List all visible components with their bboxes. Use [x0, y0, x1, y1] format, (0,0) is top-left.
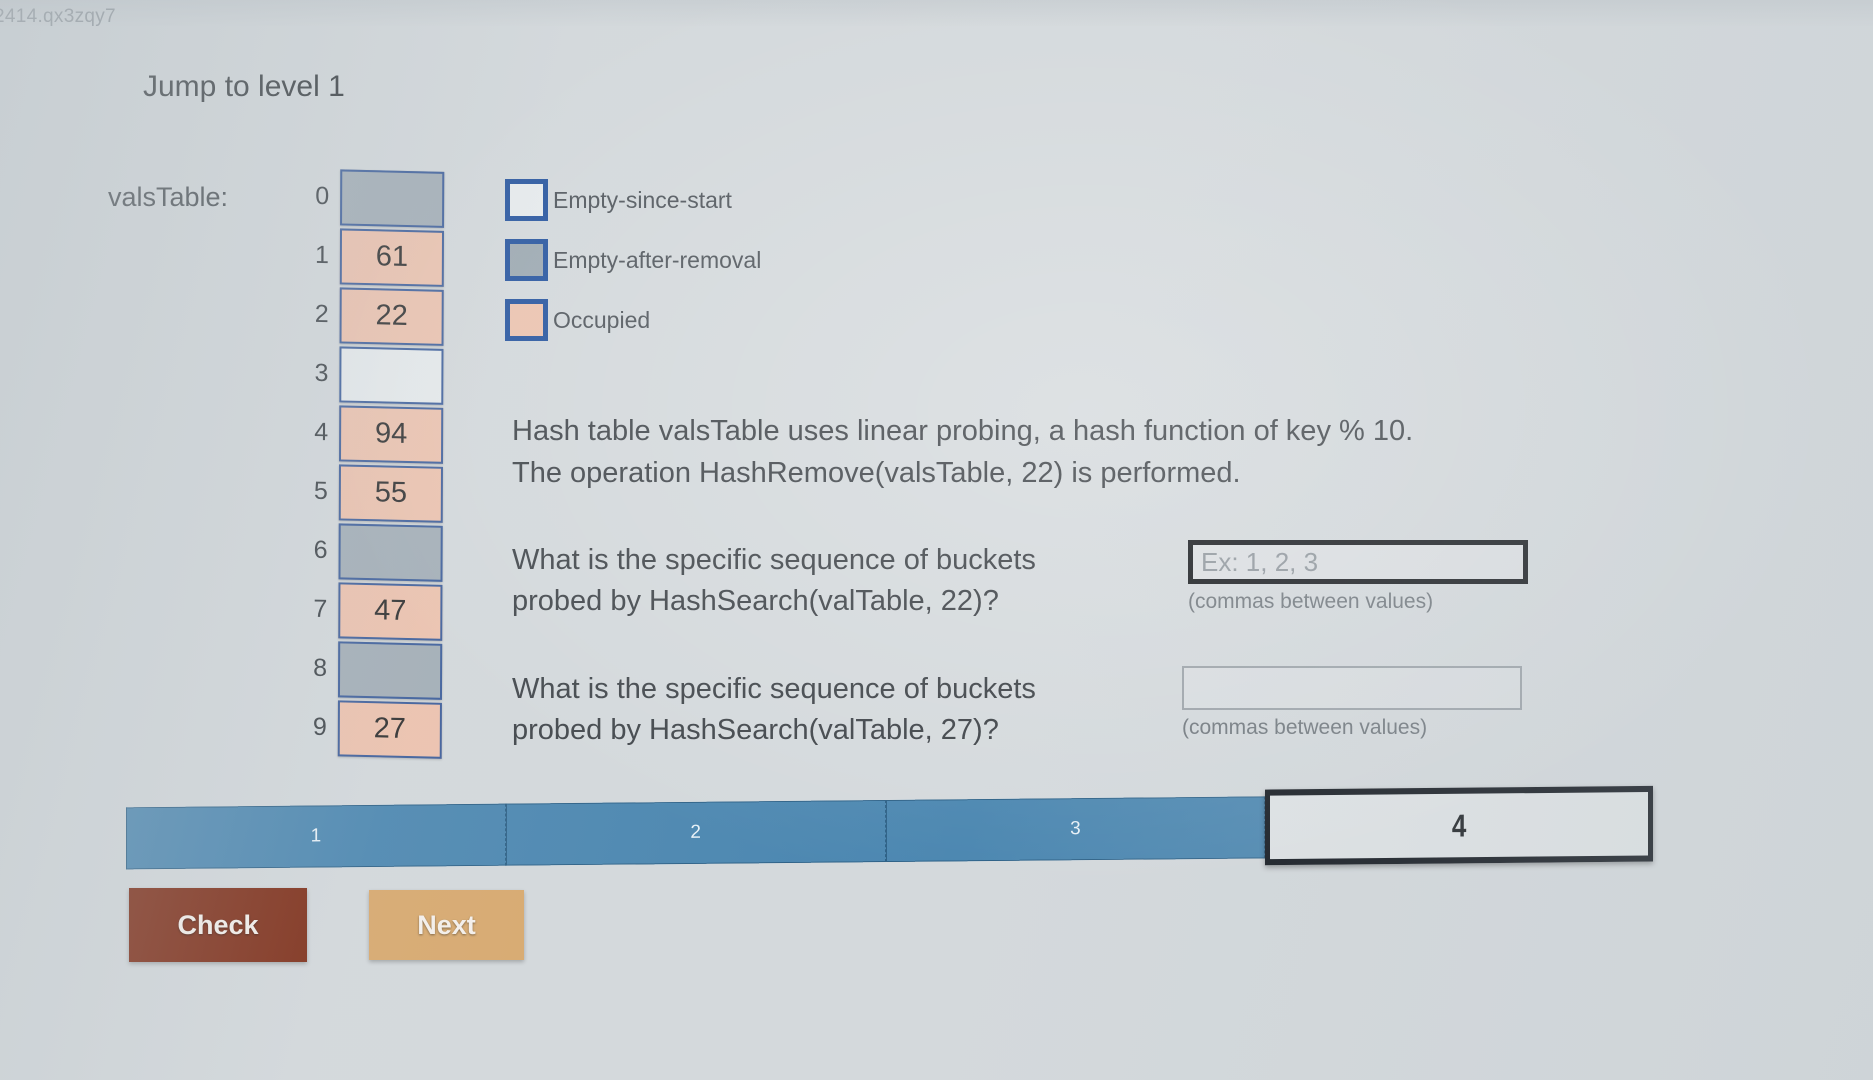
question-2-line-1: What is the specific sequence of buckets — [512, 673, 1036, 705]
bucket-cell — [339, 345, 444, 405]
vals-table: 0 1 61 2 22 3 4 94 5 55 6 7 47 8 9 27 — [285, 166, 445, 760]
bucket-row: 5 55 — [286, 461, 443, 524]
bucket-row: 0 — [287, 166, 445, 229]
bucket-row: 6 — [285, 520, 443, 583]
bucket-index: 3 — [314, 358, 329, 388]
question-1-text: What is the specific sequence of buckets… — [512, 540, 1172, 622]
session-id-text: 2414.qx3zqy7 — [0, 6, 116, 27]
bucket-cell: 55 — [338, 463, 443, 523]
legend-label: Occupied — [553, 306, 651, 333]
answer-group-1: Ex: 1, 2, 3 (commas between values) — [1188, 540, 1528, 614]
answer-hint-1: (commas between values) — [1188, 590, 1434, 613]
problem-statement: Hash table valsTable uses linear probing… — [512, 410, 1413, 494]
question-2-text: What is the specific sequence of buckets… — [512, 669, 1172, 751]
bucket-cell: 47 — [338, 581, 443, 641]
bucket-row: 8 — [285, 638, 443, 701]
legend-label: Empty-since-start — [553, 186, 732, 213]
progress-segment-2[interactable]: 2 — [505, 800, 886, 866]
legend: Empty-since-start Empty-after-removal Occu… — [505, 170, 761, 350]
bucket-row: 9 27 — [285, 697, 442, 760]
bucket-cell: 94 — [339, 404, 444, 464]
bucket-index: 7 — [313, 594, 328, 624]
bucket-cell — [340, 168, 445, 228]
legend-label: Empty-after-removal — [553, 246, 762, 273]
bucket-index: 8 — [313, 653, 328, 683]
legend-swatch-empty — [505, 179, 548, 221]
question-1-line-1: What is the specific sequence of buckets — [512, 544, 1036, 576]
bucket-row: 1 61 — [287, 225, 445, 288]
progress-segment-4[interactable]: 4 — [1265, 785, 1653, 866]
bucket-row: 7 47 — [285, 579, 443, 642]
answer-input-1[interactable]: Ex: 1, 2, 3 — [1188, 540, 1528, 584]
bucket-row: 4 94 — [286, 402, 444, 465]
bucket-row: 2 22 — [287, 284, 444, 347]
answer-hint-2: (commas between values) — [1182, 716, 1428, 739]
page-title: Jump to level 1 — [143, 70, 345, 103]
bucket-cell — [338, 522, 443, 582]
question-1: What is the specific sequence of buckets… — [512, 540, 1172, 622]
check-button[interactable]: Check — [129, 888, 307, 962]
next-button[interactable]: Next — [369, 890, 524, 960]
problem-statement-line-2: The operation HashRemove(valsTable, 22) … — [512, 457, 1241, 490]
legend-swatch-occupied — [505, 299, 548, 341]
bucket-index: 6 — [313, 535, 328, 565]
bucket-index: 4 — [314, 417, 329, 447]
bucket-row: 3 — [286, 343, 444, 406]
bucket-index: 0 — [315, 181, 330, 211]
legend-row: Occupied — [505, 290, 761, 350]
question-2: What is the specific sequence of buckets… — [512, 669, 1172, 751]
answer-input-2[interactable] — [1182, 666, 1522, 710]
bucket-index: 2 — [314, 299, 329, 329]
legend-row: Empty-after-removal — [505, 230, 761, 290]
bucket-index: 5 — [313, 476, 328, 506]
problem-statement-line-1: Hash table valsTable uses linear probing… — [512, 415, 1414, 447]
progress-bar: 1234 — [126, 785, 1653, 870]
vals-table-label: valsTable: — [108, 182, 229, 212]
bucket-cell: 22 — [339, 286, 444, 346]
progress-segment-1[interactable]: 1 — [126, 803, 506, 870]
bucket-cell — [337, 640, 443, 700]
browser-top-strip — [0, 0, 1873, 26]
legend-row: Empty-since-start — [505, 170, 761, 230]
question-1-line-2: probed by HashSearch(valTable, 22)? — [512, 585, 999, 618]
bucket-index: 9 — [312, 712, 327, 742]
question-2-line-2: probed by HashSearch(valTable, 27)? — [512, 714, 999, 747]
legend-swatch-removed — [505, 239, 548, 281]
bucket-index: 1 — [314, 240, 329, 270]
bucket-cell: 27 — [337, 699, 442, 759]
progress-segment-3[interactable]: 3 — [885, 796, 1266, 863]
answer-group-2: (commas between values) — [1182, 666, 1522, 740]
bucket-cell: 61 — [339, 227, 445, 287]
